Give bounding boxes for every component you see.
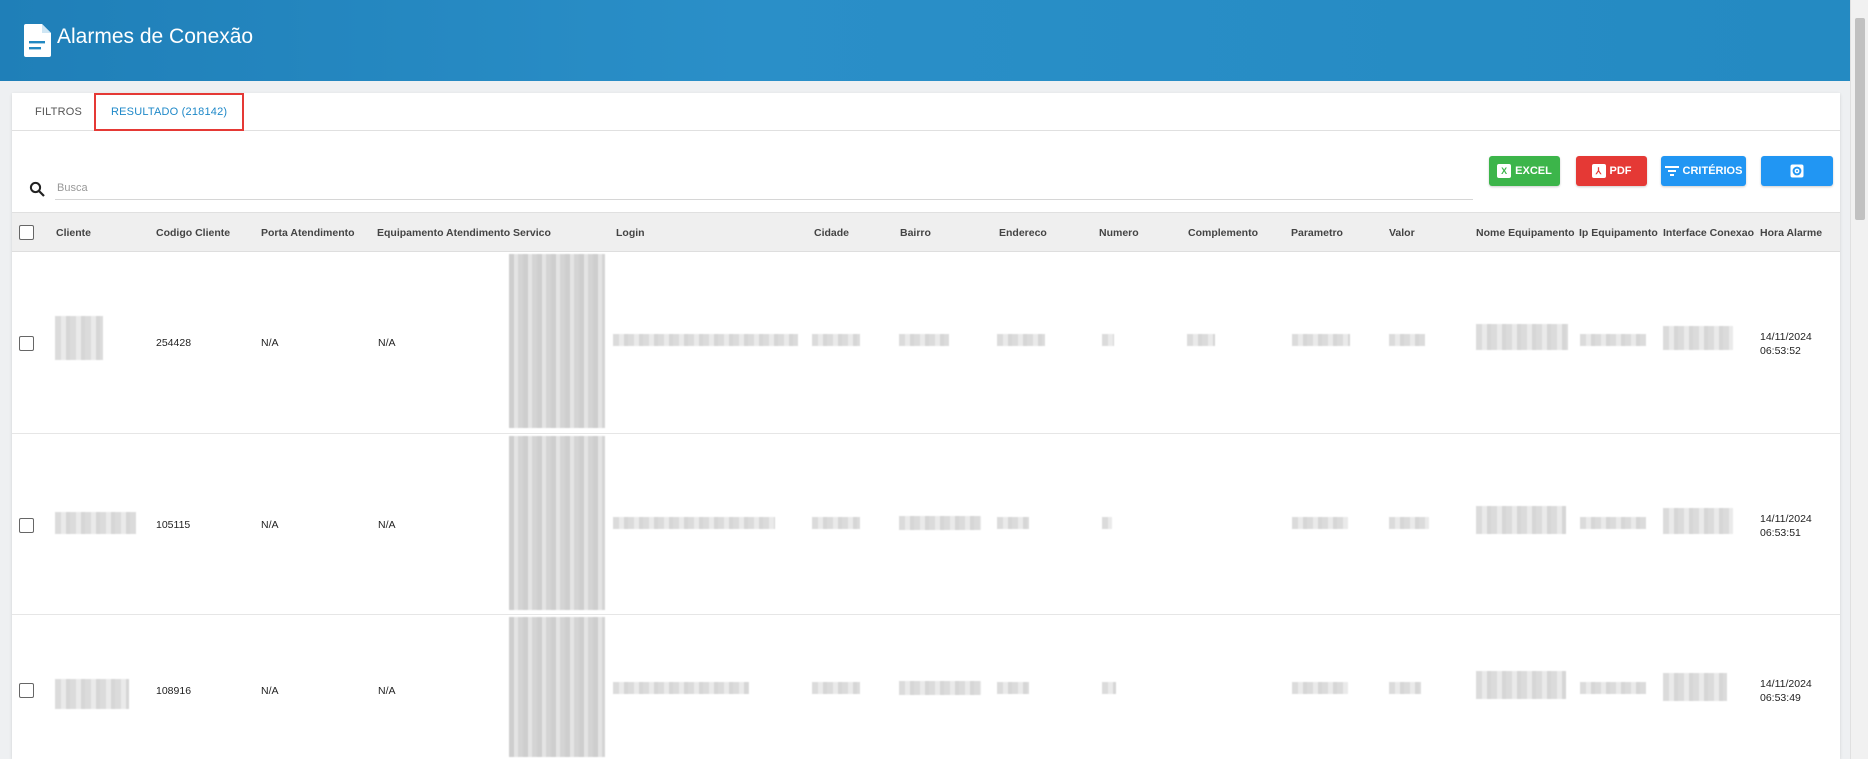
hora-alarme-time: 06:53:49 — [1760, 692, 1801, 704]
parametro-redacted — [1292, 682, 1348, 694]
col-codigo-cliente[interactable]: Codigo Cliente — [156, 213, 230, 253]
numero-redacted — [1102, 517, 1112, 529]
parametro-redacted — [1292, 334, 1350, 346]
criterios-button[interactable]: CRITÉRIOS — [1661, 156, 1746, 186]
equipamento-cell: N/A — [378, 685, 396, 697]
endereco-redacted — [997, 334, 1045, 346]
pdf-button[interactable]: ⅄ PDF — [1576, 156, 1647, 186]
hora-alarme-date: 14/11/2024 — [1760, 678, 1812, 690]
bairro-redacted — [899, 516, 981, 530]
login-redacted — [613, 517, 775, 529]
col-numero[interactable]: Numero — [1099, 213, 1139, 253]
col-cliente[interactable]: Cliente — [56, 213, 91, 253]
cidade-redacted — [812, 334, 860, 346]
cliente-redacted — [55, 316, 103, 360]
row-checkbox[interactable] — [19, 336, 34, 351]
scrollbar-thumb[interactable] — [1855, 18, 1865, 220]
cidade-redacted — [812, 517, 860, 529]
col-parametro[interactable]: Parametro — [1291, 213, 1343, 253]
col-complemento[interactable]: Complemento — [1188, 213, 1258, 253]
col-bairro[interactable]: Bairro — [900, 213, 931, 253]
cliente-redacted — [55, 512, 136, 534]
hora-alarme-time: 06:53:51 — [1760, 527, 1801, 539]
hora-alarme-date: 14/11/2024 — [1760, 331, 1812, 343]
tab-bar: FILTROS RESULTADO (218142) — [12, 93, 1840, 131]
hora-alarme-time: 06:53:52 — [1760, 345, 1801, 357]
ip-equipamento-redacted — [1580, 334, 1646, 346]
table-row[interactable]: 105115 N/A N/A 14/11/2024 06:53:51 — [12, 434, 1840, 615]
numero-redacted — [1102, 334, 1114, 346]
col-porta-atendimento[interactable]: Porta Atendimento — [261, 213, 355, 253]
interface-redacted — [1663, 508, 1733, 534]
ip-equipamento-redacted — [1580, 682, 1646, 694]
table-row[interactable]: 254428 N/A N/A 14/11/2024 06:53:52 — [12, 252, 1840, 434]
servico-redacted — [509, 254, 605, 428]
valor-redacted — [1389, 682, 1421, 694]
col-nome-equipamento[interactable]: Nome Equipamento — [1476, 213, 1575, 253]
interface-redacted — [1663, 673, 1727, 701]
porta-cell: N/A — [261, 519, 279, 531]
document-icon — [24, 24, 51, 57]
pdf-button-label: PDF — [1609, 165, 1632, 177]
col-endereco[interactable]: Endereco — [999, 213, 1047, 253]
page-title: Alarmes de Conexão — [57, 25, 254, 48]
valor-redacted — [1389, 334, 1425, 346]
parametro-redacted — [1292, 517, 1348, 529]
select-all-checkbox[interactable] — [19, 225, 34, 240]
excel-icon: X — [1497, 164, 1512, 178]
results-card: FILTROS RESULTADO (218142) X EXCEL ⅄ PDF… — [12, 93, 1840, 759]
tab-resultado[interactable]: RESULTADO (218142) — [94, 93, 245, 131]
col-ip-equipamento[interactable]: Ip Equipamento — [1579, 213, 1658, 253]
col-valor[interactable]: Valor — [1389, 213, 1415, 253]
codigo-cliente-cell: 254428 — [156, 337, 192, 349]
porta-cell: N/A — [261, 685, 279, 697]
bairro-redacted — [899, 681, 981, 695]
search-input[interactable] — [55, 176, 1473, 200]
tab-filtros[interactable]: FILTROS — [35, 93, 82, 131]
excel-button[interactable]: X EXCEL — [1489, 156, 1560, 186]
col-hora-alarme[interactable]: Hora Alarme — [1760, 213, 1822, 253]
excel-button-label: EXCEL — [1515, 165, 1552, 177]
page-scrollbar[interactable] — [1850, 0, 1868, 759]
valor-redacted — [1389, 517, 1429, 529]
login-redacted — [613, 682, 749, 694]
complemento-redacted — [1187, 334, 1215, 346]
interface-redacted — [1663, 326, 1733, 350]
settings-button[interactable] — [1761, 156, 1833, 186]
pdf-icon: ⅄ — [1591, 164, 1606, 178]
col-servico[interactable]: Servico — [513, 213, 551, 253]
equipamento-cell: N/A — [378, 519, 396, 531]
table-row[interactable]: 108916 N/A N/A 14/11/2024 06:53:49 — [12, 615, 1840, 759]
table-header: Cliente Codigo Cliente Porta Atendimento… — [12, 212, 1840, 252]
porta-cell: N/A — [261, 337, 279, 349]
cliente-redacted — [55, 679, 129, 709]
col-cidade[interactable]: Cidade — [814, 213, 849, 253]
codigo-cliente-cell: 108916 — [156, 685, 192, 697]
cidade-redacted — [812, 682, 860, 694]
col-equipamento-atendimento[interactable]: Equipamento Atendimento — [377, 213, 510, 253]
ip-equipamento-redacted — [1580, 517, 1646, 529]
numero-redacted — [1102, 682, 1116, 694]
servico-redacted — [509, 617, 605, 757]
row-checkbox[interactable] — [19, 683, 34, 698]
filter-icon — [1664, 166, 1679, 176]
nome-equipamento-redacted — [1476, 506, 1566, 534]
servico-redacted — [509, 436, 605, 610]
endereco-redacted — [997, 682, 1029, 694]
col-interface-conexao[interactable]: Interface Conexao — [1663, 213, 1754, 253]
col-login[interactable]: Login — [616, 213, 645, 253]
criterios-button-label: CRITÉRIOS — [1682, 165, 1743, 177]
codigo-cliente-cell: 105115 — [156, 519, 191, 531]
login-redacted — [613, 334, 798, 346]
hora-alarme-date: 14/11/2024 — [1760, 513, 1812, 525]
row-checkbox[interactable] — [19, 518, 34, 533]
bairro-redacted — [899, 334, 949, 346]
app-header: Alarmes de Conexão — [0, 0, 1850, 81]
nome-equipamento-redacted — [1476, 324, 1568, 350]
gear-icon — [1790, 164, 1804, 178]
equipamento-cell: N/A — [378, 337, 396, 349]
search-icon — [29, 181, 45, 197]
endereco-redacted — [997, 517, 1029, 529]
nome-equipamento-redacted — [1476, 671, 1566, 699]
